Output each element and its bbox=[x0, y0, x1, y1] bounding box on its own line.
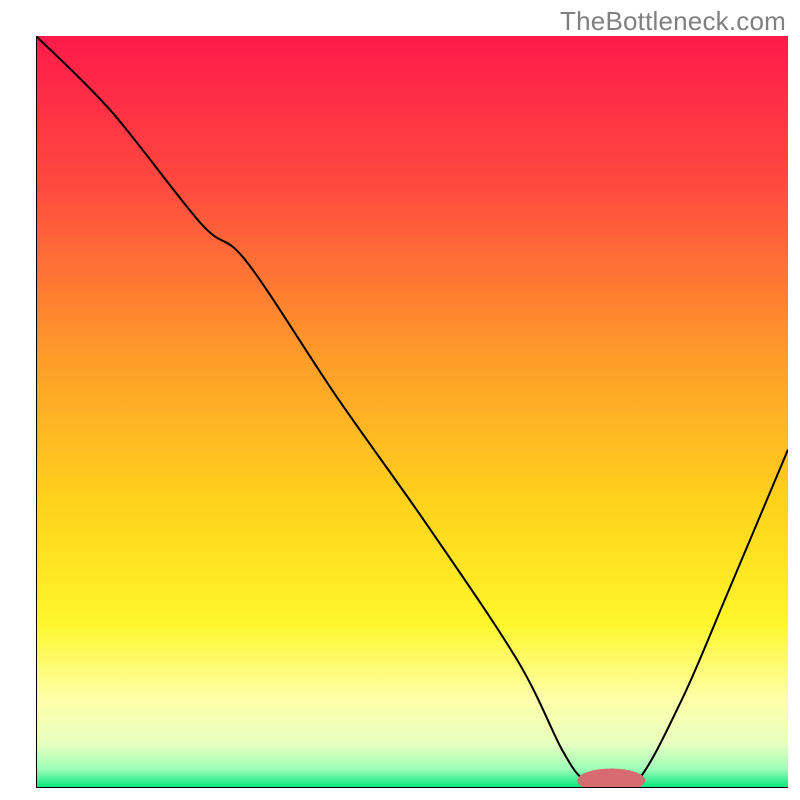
plot-area bbox=[36, 36, 788, 788]
gradient-background bbox=[36, 36, 788, 788]
chart-viewport: TheBottleneck.com bbox=[0, 0, 800, 800]
chart-svg bbox=[36, 36, 788, 788]
watermark-text: TheBottleneck.com bbox=[560, 6, 786, 37]
